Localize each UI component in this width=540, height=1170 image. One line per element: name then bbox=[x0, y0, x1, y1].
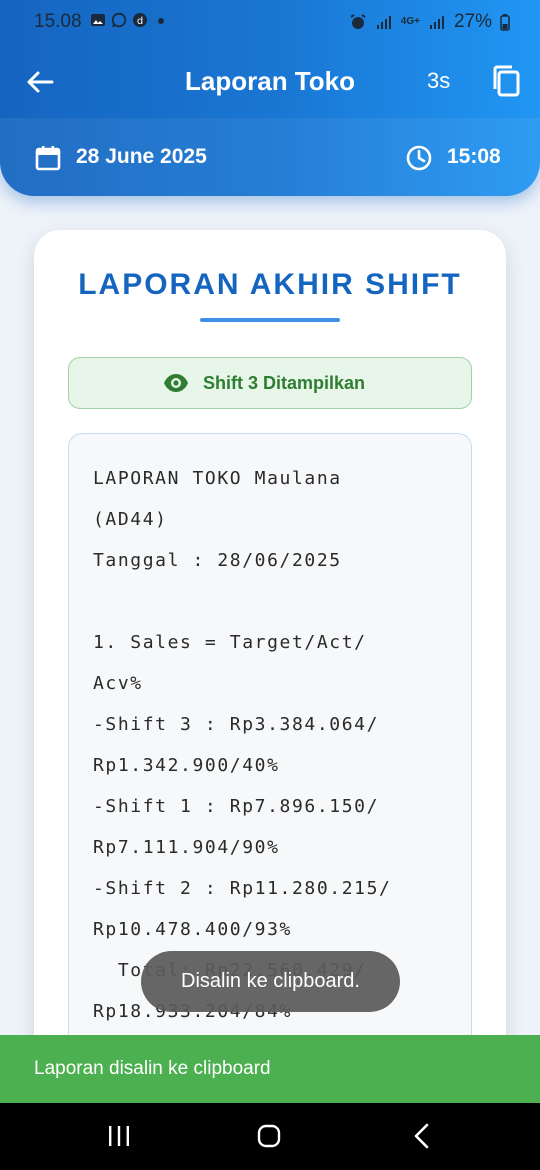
report-line bbox=[93, 581, 392, 622]
system-status: 4G+ 27% bbox=[349, 11, 510, 33]
report-text-box[interactable]: LAPORAN TOKO Maulana (AD44) Tanggal : 28… bbox=[68, 433, 472, 1130]
home-icon[interactable] bbox=[257, 1124, 281, 1148]
report-line: -Shift 1 : Rp7.896.150/ bbox=[93, 796, 380, 817]
battery-icon bbox=[500, 14, 510, 31]
recents-icon[interactable] bbox=[106, 1124, 132, 1148]
report-line: Rp7.111.904/90% bbox=[93, 837, 280, 858]
report-line: -Shift 2 : Rp11.280.215/ bbox=[93, 878, 392, 899]
report-line: -Shift 3 : Rp3.384.064/ bbox=[93, 714, 380, 735]
report-line: (AD44) bbox=[93, 509, 168, 530]
report-line: Rp1.342.900/40% bbox=[93, 755, 280, 776]
dana-icon: d bbox=[133, 13, 147, 27]
clipboard-toast: Disalin ke clipboard. bbox=[141, 951, 400, 1012]
report-line: Tanggal : 28/06/2025 bbox=[93, 550, 342, 571]
status-bar: 15.08 d 4G+ 27% bbox=[0, 0, 540, 44]
whatsapp-icon bbox=[111, 12, 127, 28]
eye-icon bbox=[164, 374, 188, 392]
back-nav-icon[interactable] bbox=[410, 1123, 434, 1149]
snackbar: Laporan disalin ke clipboard bbox=[0, 1035, 540, 1103]
shift-badge-label: Shift 3 Ditampilkan bbox=[203, 373, 366, 393]
report-time: 15:08 bbox=[447, 145, 501, 168]
gallery-icon bbox=[91, 14, 105, 26]
date-bar: 28 June 2025 15:08 bbox=[0, 118, 540, 196]
page-title: Laporan Toko bbox=[185, 66, 355, 96]
signal-icon-2 bbox=[429, 16, 444, 29]
snackbar-message: Laporan disalin ke clipboard bbox=[34, 1058, 271, 1079]
report-line: Acv% bbox=[93, 673, 143, 694]
shift-badge: Shift 3 Ditampilkan bbox=[68, 357, 472, 409]
battery-percent: 27% bbox=[453, 11, 492, 32]
alarm-icon bbox=[350, 14, 366, 29]
app-bar: Laporan Toko 3s bbox=[0, 44, 540, 118]
signal-icon bbox=[376, 16, 391, 29]
title-underline bbox=[200, 318, 340, 322]
report-date: 28 June 2025 bbox=[76, 145, 207, 168]
report-line: Rp10.478.400/93% bbox=[93, 919, 292, 940]
report-line: 1. Sales = Target/Act/ bbox=[93, 632, 367, 653]
status-time: 15.08 bbox=[34, 11, 82, 32]
app-header: 15.08 d 4G+ 27% Laporan Toko 3s 28 June … bbox=[0, 0, 540, 196]
report-lines: LAPORAN TOKO Maulana (AD44) Tanggal : 28… bbox=[93, 458, 392, 1032]
dot-icon bbox=[158, 18, 164, 24]
system-nav-bar bbox=[0, 1103, 540, 1170]
notification-icons: d bbox=[90, 12, 169, 28]
card-title: LAPORAN AKHIR SHIFT bbox=[78, 268, 462, 301]
svg-text:d: d bbox=[137, 16, 143, 27]
copy-icon[interactable] bbox=[490, 64, 522, 98]
report-line: LAPORAN TOKO Maulana bbox=[93, 468, 342, 489]
network-type: 4G+ bbox=[400, 16, 420, 27]
calendar-icon bbox=[35, 146, 61, 171]
clock-icon bbox=[406, 145, 432, 171]
timer-label: 3s bbox=[427, 68, 451, 93]
